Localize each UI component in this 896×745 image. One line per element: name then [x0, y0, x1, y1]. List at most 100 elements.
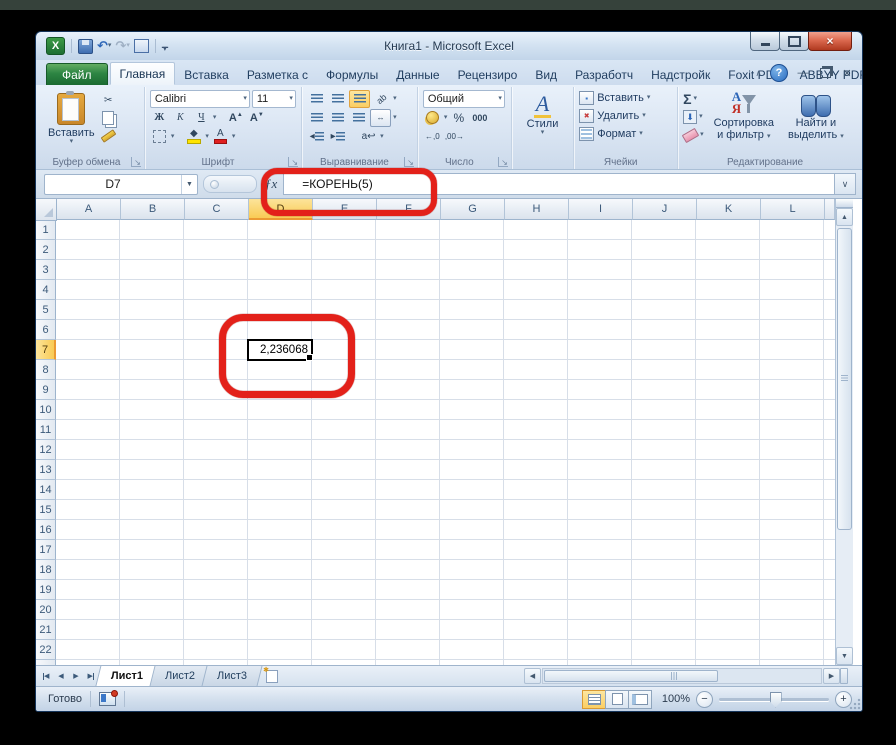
cell-I17[interactable] [568, 540, 632, 560]
cell-H11[interactable] [504, 420, 568, 440]
increase-indent-icon[interactable]: ▸ [328, 129, 347, 145]
cell-A16[interactable] [56, 520, 120, 540]
cell-A11[interactable] [56, 420, 120, 440]
workbook-minimize-icon[interactable]: — [796, 67, 810, 80]
cell-K22[interactable] [696, 640, 760, 660]
insert-function-icon[interactable]: ƒx [265, 176, 277, 192]
cell-C15[interactable] [184, 500, 248, 520]
decrease-decimal-icon[interactable]: ,00 → [444, 129, 465, 145]
formula-input[interactable]: =КОРЕНЬ(5) [283, 173, 834, 195]
cell-E22[interactable] [312, 640, 376, 660]
styles-button[interactable]: A Стили ▾ [517, 91, 568, 138]
cell-H3[interactable] [504, 260, 568, 280]
cell-K1[interactable] [696, 220, 760, 240]
cell-F7[interactable] [376, 340, 440, 360]
cell-L6[interactable] [760, 320, 824, 340]
cell-K4[interactable] [696, 280, 760, 300]
formula-bar-splitter[interactable] [203, 175, 257, 193]
normal-view-icon[interactable] [582, 689, 606, 709]
cell-A22[interactable] [56, 640, 120, 660]
name-box-dropdown-icon[interactable]: ▼ [181, 174, 197, 194]
cell-I8[interactable] [568, 360, 632, 380]
cell-J9[interactable] [632, 380, 696, 400]
cell-H12[interactable] [504, 440, 568, 460]
cell-G19[interactable] [440, 580, 504, 600]
cell-D18[interactable] [248, 560, 312, 580]
cell-B5[interactable] [120, 300, 184, 320]
maximize-button[interactable] [779, 32, 809, 51]
cell-K6[interactable] [696, 320, 760, 340]
row-header-20[interactable]: 20 [36, 600, 56, 620]
cell-C20[interactable] [184, 600, 248, 620]
cell-L4[interactable] [760, 280, 824, 300]
cell-A10[interactable] [56, 400, 120, 420]
cell-J16[interactable] [632, 520, 696, 540]
cell-E14[interactable] [312, 480, 376, 500]
cell-H7[interactable] [504, 340, 568, 360]
cell-A19[interactable] [56, 580, 120, 600]
cell-B11[interactable] [120, 420, 184, 440]
cell-C1[interactable] [184, 220, 248, 240]
cell-H17[interactable] [504, 540, 568, 560]
cell-I6[interactable] [568, 320, 632, 340]
cell-G2[interactable] [440, 240, 504, 260]
cell-J14[interactable] [632, 480, 696, 500]
cell-K18[interactable] [696, 560, 760, 580]
cell-L9[interactable] [760, 380, 824, 400]
cell-B8[interactable] [120, 360, 184, 380]
cell-F19[interactable] [376, 580, 440, 600]
cell-E13[interactable] [312, 460, 376, 480]
cell-I20[interactable] [568, 600, 632, 620]
cell-F9[interactable] [376, 380, 440, 400]
cell-J18[interactable] [632, 560, 696, 580]
page-layout-view-icon[interactable] [605, 689, 629, 709]
cell-K21[interactable] [696, 620, 760, 640]
collapse-ribbon-icon[interactable]: ∧ [755, 68, 762, 79]
cell-H13[interactable] [504, 460, 568, 480]
cell-K17[interactable] [696, 540, 760, 560]
cell-I13[interactable] [568, 460, 632, 480]
column-header-H[interactable]: H [505, 199, 569, 220]
sheet-tab-Лист3[interactable]: Лист3 [201, 666, 263, 686]
cell-J5[interactable] [632, 300, 696, 320]
cell-C9[interactable] [184, 380, 248, 400]
cell-D7[interactable]: 2,236068 [247, 339, 313, 361]
cell-L16[interactable] [760, 520, 824, 540]
cell-G8[interactable] [440, 360, 504, 380]
cell-H6[interactable] [504, 320, 568, 340]
cell-G21[interactable] [440, 620, 504, 640]
cell-B7[interactable] [120, 340, 184, 360]
scroll-right-icon[interactable]: ▶ [823, 668, 840, 684]
cell-J8[interactable] [632, 360, 696, 380]
cell-D21[interactable] [248, 620, 312, 640]
cell-F8[interactable] [376, 360, 440, 380]
row-header-19[interactable]: 19 [36, 580, 56, 600]
cell-E15[interactable] [312, 500, 376, 520]
cell-E1[interactable] [312, 220, 376, 240]
cell-J21[interactable] [632, 620, 696, 640]
fill-icon[interactable]: ⬇ [683, 110, 698, 124]
cell-H2[interactable] [504, 240, 568, 260]
cell-G13[interactable] [440, 460, 504, 480]
row-header-1[interactable]: 1 [36, 220, 56, 240]
cell-D2[interactable] [248, 240, 312, 260]
cell-L11[interactable] [760, 420, 824, 440]
row-header-16[interactable]: 16 [36, 520, 56, 540]
cell-F2[interactable] [376, 240, 440, 260]
cell-I9[interactable] [568, 380, 632, 400]
cell-E4[interactable] [312, 280, 376, 300]
column-header-E[interactable]: E [313, 199, 377, 220]
cell-H14[interactable] [504, 480, 568, 500]
cell-C8[interactable] [184, 360, 248, 380]
column-header-B[interactable]: B [121, 199, 185, 220]
cell-B20[interactable] [120, 600, 184, 620]
cell-K16[interactable] [696, 520, 760, 540]
expand-formula-bar-icon[interactable]: ∨ [834, 173, 856, 195]
vertical-scroll-track[interactable] [836, 226, 853, 647]
zoom-slider[interactable] [719, 691, 829, 708]
column-header-G[interactable]: G [441, 199, 505, 220]
cell-B4[interactable] [120, 280, 184, 300]
cell-G3[interactable] [440, 260, 504, 280]
cell-L12[interactable] [760, 440, 824, 460]
tab-Надстройк[interactable]: Надстройк [642, 64, 719, 85]
